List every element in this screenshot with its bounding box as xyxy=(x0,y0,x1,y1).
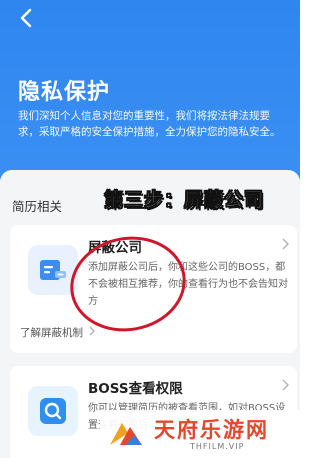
tutorial-step-caption: 第三步：屏蔽公司 xyxy=(104,189,265,212)
chevron-right-icon xyxy=(282,379,289,394)
back-button[interactable] xyxy=(12,4,40,32)
learn-block-mechanism-link[interactable]: 了解屏蔽机制 xyxy=(20,325,96,340)
chevron-right-icon xyxy=(89,326,96,339)
privacy-header: 隐私保护 我们深知个人信息对您的重要性，我们将按法律法规要求，采取严格的安全保护… xyxy=(0,0,300,180)
section-title: 简历相关 xyxy=(12,199,63,214)
page-title: 隐私保护 xyxy=(18,80,111,105)
watermark-name: 天府乐游网 xyxy=(154,417,269,442)
link-label: 了解屏蔽机制 xyxy=(20,327,83,339)
watermark-logo-icon xyxy=(108,419,146,449)
chevron-right-icon xyxy=(282,238,289,253)
watermark-url: THFILM.VIP xyxy=(190,441,245,451)
site-watermark: 天府乐游网 THFILM.VIP xyxy=(100,410,300,458)
search-view-icon xyxy=(28,386,78,436)
privacy-description: 我们深知个人信息对您的重要性，我们将按法律法规要求，采取严格的安全保护措施，全力… xyxy=(18,110,281,138)
card-title: BOSS查看权限 xyxy=(88,381,183,397)
back-arrow-icon xyxy=(20,8,32,28)
